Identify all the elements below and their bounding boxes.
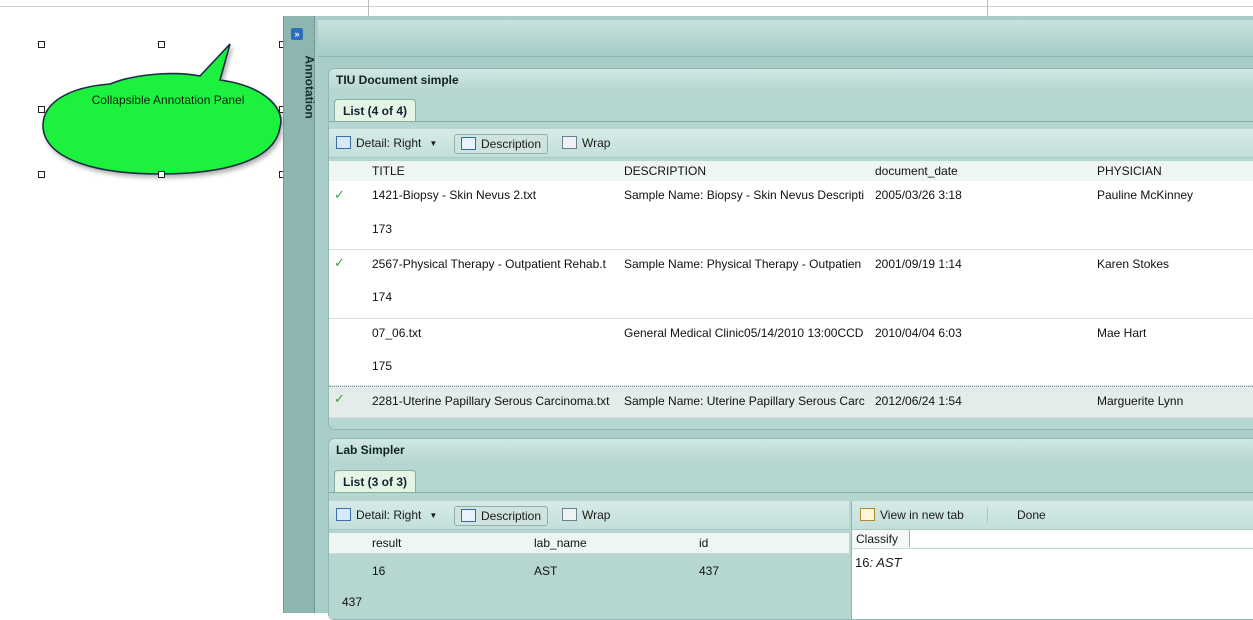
lab-simpler-panel: Lab Simpler List (3 of 3) Detail: Right ▼… (328, 438, 1253, 620)
tab-list[interactable]: List (3 of 3) (334, 470, 417, 493)
wrap-toggle-button[interactable]: Wrap (562, 134, 610, 152)
classify-bar: Classify (852, 530, 1253, 549)
resize-handle[interactable] (38, 106, 45, 113)
wrap-icon (562, 508, 577, 521)
detail-position-dropdown[interactable]: Detail: Right ▼ (336, 506, 437, 524)
checkmark-icon: ✓ (334, 187, 345, 202)
wrap-toggle-button[interactable]: Wrap (562, 506, 610, 524)
table-row[interactable]: 07_06.txt General Medical Clinic05/14/20… (329, 319, 1253, 386)
description-icon (461, 137, 476, 150)
classify-input[interactable] (909, 530, 1253, 547)
toolbar: Detail: Right ▼ Description Wrap (329, 129, 1253, 158)
checkmark-icon: ✓ (334, 391, 345, 406)
column-header-description[interactable]: DESCRIPTION (624, 164, 706, 178)
column-divider (368, 0, 369, 16)
resize-handle[interactable] (158, 171, 165, 178)
table-row[interactable]: 16 AST 437 437 (329, 554, 849, 619)
checkmark-icon: ✓ (334, 255, 345, 270)
column-header-document-date[interactable]: document_date (875, 164, 958, 178)
table-row[interactable]: ✓ 2567-Physical Therapy - Outpatient Reh… (329, 250, 1253, 319)
description-toggle-button[interactable]: Description (454, 134, 549, 154)
panel-title: Lab Simpler (329, 439, 1253, 461)
annotation-panel-label[interactable]: Annotation (278, 44, 318, 144)
chevron-down-icon: ▼ (429, 139, 438, 148)
column-header-lab-name[interactable]: lab_name (534, 536, 587, 550)
detail-pane: View in new tab Done Classify 16: AST (851, 501, 1253, 619)
wrap-icon (562, 136, 577, 149)
main-header-bar (318, 20, 1253, 57)
tab-underline (329, 492, 1253, 493)
done-button[interactable]: Done (1017, 506, 1046, 524)
table-row-selected[interactable]: ✓ 2281-Uterine Papillary Serous Carcinom… (329, 386, 1253, 418)
description-icon (461, 509, 476, 522)
callout-text: Collapsible Annotation Panel (91, 93, 245, 107)
chevron-down-icon: ▼ (429, 511, 438, 520)
top-divider (0, 0, 1253, 7)
resize-handle[interactable] (38, 41, 45, 48)
tab-list[interactable]: List (4 of 4) (334, 99, 417, 122)
detail-layout-icon (336, 136, 351, 149)
detail-value: 16: AST (855, 555, 902, 570)
detail-position-dropdown[interactable]: Detail: Right ▼ (336, 134, 437, 152)
toolbar: Detail: Right ▼ Description Wrap (329, 501, 849, 530)
detail-layout-icon (336, 508, 351, 521)
tiu-document-panel: TIU Document simple List (4 of 4) Detail… (328, 68, 1253, 430)
description-toggle-button[interactable]: Description (454, 506, 549, 526)
table-body: 16 AST 437 437 (329, 554, 849, 619)
view-in-new-tab-button[interactable]: View in new tab (860, 506, 964, 524)
table-body: ✓ 1421-Biopsy - Skin Nevus 2.txt Sample … (329, 181, 1253, 421)
resize-handle[interactable] (38, 171, 45, 178)
table-row[interactable]: ✓ 1421-Biopsy - Skin Nevus 2.txt Sample … (329, 181, 1253, 250)
panel-title: TIU Document simple (329, 69, 1253, 91)
table-header: result lab_name id (329, 533, 849, 554)
callout-bubble[interactable] (30, 32, 295, 182)
tab-underline (329, 121, 1253, 122)
toolbar-separator (987, 507, 988, 523)
column-header-title[interactable]: TITLE (372, 164, 405, 178)
column-divider (987, 0, 988, 16)
expand-panel-icon[interactable]: » (291, 28, 303, 40)
detail-content: Classify 16: AST (852, 530, 1253, 619)
column-header-result[interactable]: result (372, 536, 401, 550)
new-tab-icon (860, 508, 875, 521)
table-header: TITLE DESCRIPTION document_date PHYSICIA… (329, 161, 1253, 182)
classify-label: Classify (856, 532, 899, 546)
detail-toolbar: View in new tab Done (852, 501, 1253, 530)
column-header-id[interactable]: id (699, 536, 708, 550)
resize-handle[interactable] (158, 41, 165, 48)
column-header-physician[interactable]: PHYSICIAN (1097, 164, 1162, 178)
